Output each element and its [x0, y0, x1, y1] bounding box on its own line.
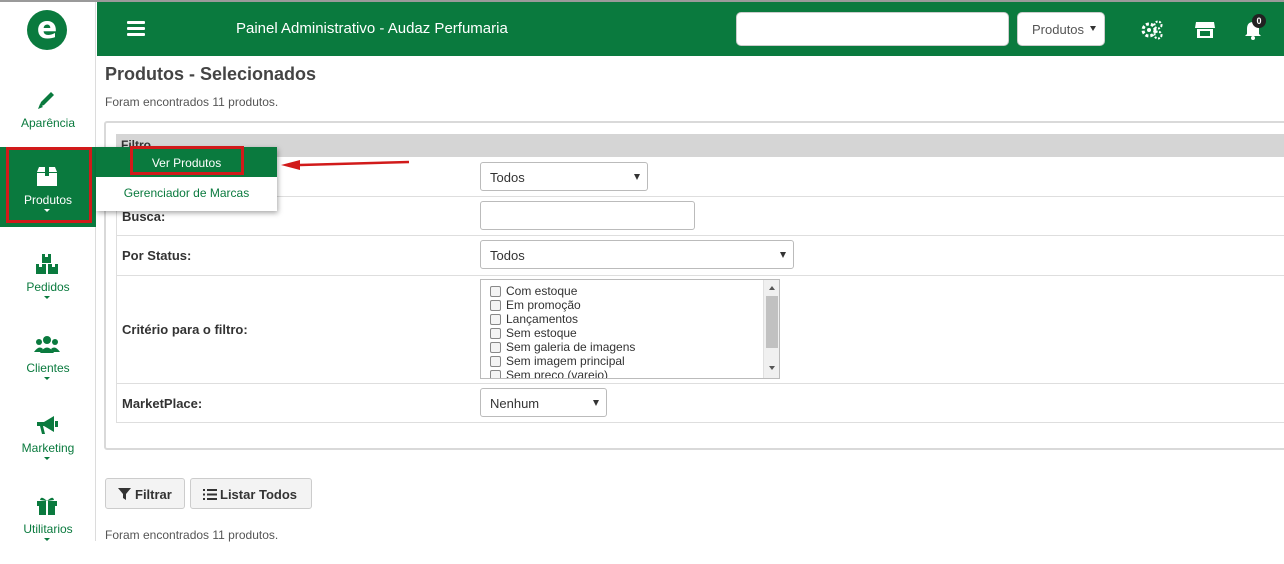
sidebar-item-label: Pedidos: [26, 280, 70, 294]
top-header: Painel Administrativo - Audaz Perfumaria…: [97, 2, 1284, 56]
pencil-icon: [38, 92, 54, 109]
logo-letter: e: [36, 11, 58, 46]
criteria-label: Critério para o filtro:: [122, 322, 248, 337]
annotation-arrow: [281, 160, 410, 170]
marketplace-select-value: Nenhum: [490, 396, 540, 411]
status-label: Por Status:: [122, 248, 192, 263]
sidebar-item-pedidos[interactable]: Pedidos: [0, 242, 96, 322]
checkbox[interactable]: [490, 328, 501, 339]
chevron-down-icon: [593, 400, 599, 406]
notification-badge: 0: [1252, 14, 1266, 28]
listbox-scrollbar[interactable]: [763, 280, 779, 378]
criteria-option-label: Sem estoque: [506, 326, 577, 340]
category-select[interactable]: Todos: [480, 162, 648, 191]
chevron-down-icon: [44, 377, 50, 380]
list-all-button-label: Listar Todos: [220, 487, 298, 502]
criteria-option-label: Sem galeria de imagens: [506, 340, 636, 354]
filter-button[interactable]: Filtrar: [105, 478, 185, 509]
header-title: Painel Administrativo - Audaz Perfumaria: [236, 20, 508, 37]
filter-button-label: Filtrar: [135, 487, 172, 502]
filter-row-marketplace: MarketPlace: Nenhum: [116, 384, 1284, 423]
header-scope-select[interactable]: Produtos: [1017, 12, 1105, 46]
app-logo[interactable]: e: [27, 10, 67, 50]
checkbox[interactable]: [490, 314, 501, 325]
filter-row-status: Por Status: Todos: [116, 236, 1284, 276]
sidebar-item-marketing[interactable]: Marketing: [0, 403, 96, 483]
chevron-down-icon: [44, 296, 50, 299]
scroll-down-icon[interactable]: [769, 366, 775, 370]
gift-icon: [37, 497, 57, 515]
checkbox[interactable]: [490, 370, 501, 378]
filter-row-search: Busca:: [116, 197, 1284, 236]
chevron-down-icon: [634, 174, 640, 180]
filter-header: Filtro: [116, 134, 1284, 157]
result-count-bottom: Foram encontrados 11 produtos.: [105, 528, 279, 542]
hamburger-menu-icon[interactable]: [127, 21, 145, 37]
store-icon[interactable]: [1194, 19, 1216, 41]
menu-item-gerenciador-de-marcas[interactable]: Gerenciador de Marcas: [96, 186, 277, 200]
search-label: Busca:: [122, 209, 166, 224]
checkbox[interactable]: [490, 342, 501, 353]
header-search-input[interactable]: [736, 12, 1009, 46]
status-select-value: Todos: [490, 248, 525, 263]
criteria-option[interactable]: Sem preço (varejo): [490, 368, 609, 379]
marketplace-select[interactable]: Nenhum: [480, 388, 607, 417]
page-title: Produtos - Selecionados: [105, 64, 317, 84]
category-select-value: Todos: [490, 170, 525, 185]
criteria-option[interactable]: Com estoque: [490, 284, 578, 298]
highlight-box: [130, 146, 244, 175]
list-icon: [203, 489, 217, 500]
sidebar-item-label: Clientes: [26, 361, 70, 375]
sidebar-item-label: Marketing: [21, 441, 75, 455]
chevron-down-icon: [1090, 26, 1096, 31]
boxes-icon: [36, 254, 58, 274]
sidebar-item-label: Aparência: [20, 116, 76, 130]
list-all-button[interactable]: Listar Todos: [190, 478, 312, 509]
checkbox[interactable]: [490, 300, 501, 311]
criteria-option-label: Em promoção: [506, 298, 581, 312]
criteria-option[interactable]: Sem imagem principal: [490, 354, 625, 368]
sidebar: e Aparência Produtos Pedidos Clientes Ma…: [0, 2, 96, 541]
chevron-down-icon: [44, 457, 50, 460]
result-count: Foram encontrados 11 produtos.: [105, 95, 279, 109]
highlight-box: [6, 147, 92, 223]
sidebar-item-label: Utilitarios: [23, 522, 73, 536]
header-scope-value: Produtos: [1032, 22, 1085, 37]
checkbox[interactable]: [490, 356, 501, 367]
marketplace-label: MarketPlace:: [122, 396, 203, 411]
chevron-down-icon: [780, 252, 786, 258]
checkbox[interactable]: [490, 286, 501, 297]
criteria-option-label: Sem imagem principal: [506, 354, 625, 368]
criteria-option-label: Lançamentos: [506, 312, 579, 326]
status-select[interactable]: Todos: [480, 240, 794, 269]
filter-icon: [118, 488, 131, 500]
scroll-up-icon[interactable]: [769, 286, 775, 290]
criteria-option-label: Com estoque: [506, 284, 578, 298]
criteria-option[interactable]: Lançamentos: [490, 312, 579, 326]
sidebar-item-clientes[interactable]: Clientes: [0, 323, 96, 403]
scrollbar-thumb[interactable]: [766, 296, 778, 348]
megaphone-icon: [37, 416, 58, 434]
criteria-option[interactable]: Em promoção: [490, 298, 581, 312]
criteria-option[interactable]: Sem galeria de imagens: [490, 340, 636, 354]
users-icon: [34, 336, 60, 353]
settings-gears-icon[interactable]: [1141, 19, 1163, 41]
criteria-option[interactable]: Sem estoque: [490, 326, 577, 340]
search-input[interactable]: [480, 201, 695, 230]
sidebar-item-utilitarios[interactable]: Utilitarios: [0, 484, 96, 564]
criteria-option-label: Sem preço (varejo): [506, 368, 609, 379]
criteria-listbox[interactable]: Com estoque Em promoção Lançamentos Sem …: [480, 279, 780, 379]
sidebar-item-aparencia[interactable]: Aparência: [0, 78, 96, 158]
